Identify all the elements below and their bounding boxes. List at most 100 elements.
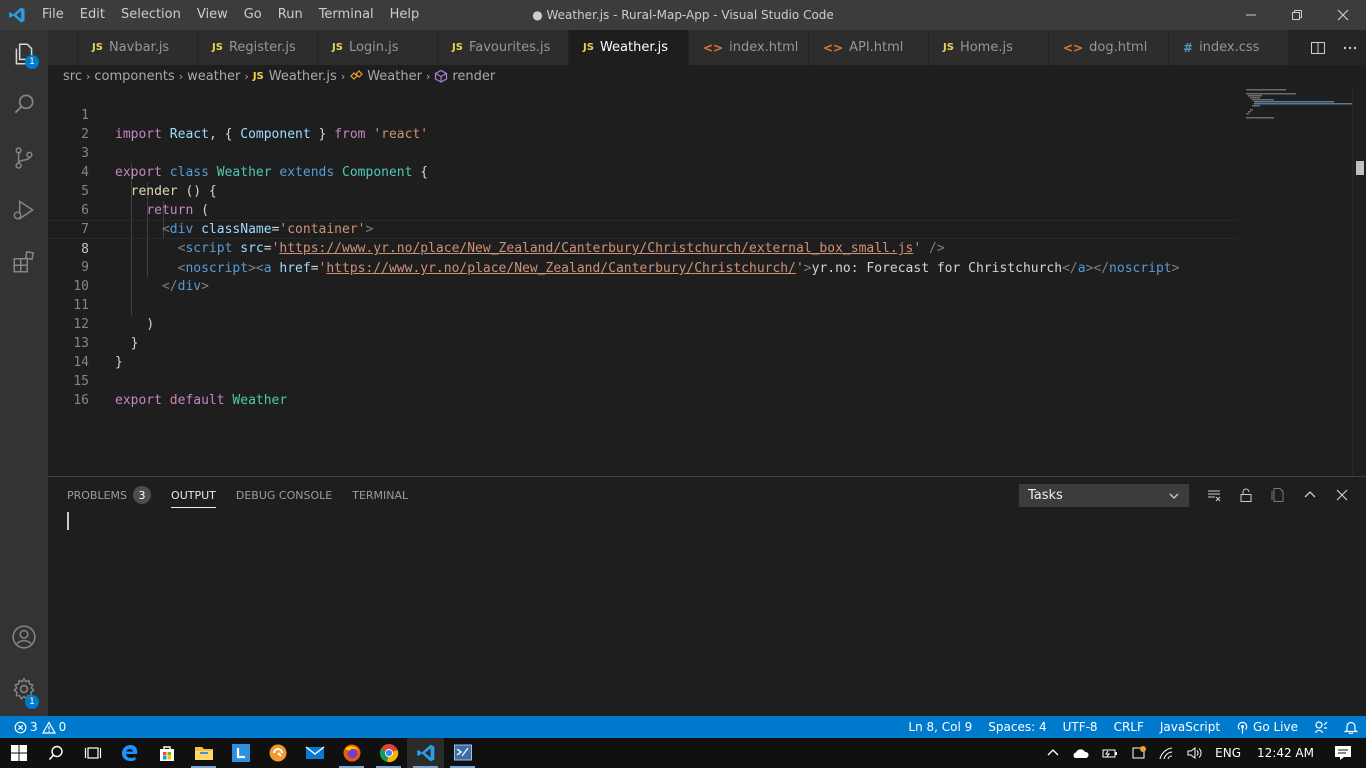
lock-scroll-button[interactable] [1230, 477, 1262, 513]
close-panel-button[interactable] [1326, 477, 1358, 513]
tab-problems[interactable]: PROBLEMS 3 [67, 477, 152, 513]
code-editor[interactable]: 1 import React, { Component } from 'reac… [48, 87, 1366, 476]
menu-view[interactable]: View [189, 0, 236, 30]
search-button[interactable] [0, 80, 48, 128]
feedback-button[interactable] [1306, 716, 1336, 738]
breadcrumb-components[interactable]: components [94, 69, 174, 84]
breadcrumb-weather-folder[interactable]: weather [187, 69, 240, 84]
open-log-button[interactable] [1262, 477, 1294, 513]
taskbar-store[interactable] [148, 738, 185, 768]
chevron-up-icon [1047, 749, 1059, 756]
encoding[interactable]: UTF-8 [1055, 716, 1106, 738]
close-window-button[interactable] [1320, 0, 1366, 30]
vscode-logo-icon [416, 744, 434, 762]
menu-file[interactable]: File [34, 0, 72, 30]
minimap[interactable] [1242, 87, 1352, 476]
method-symbol-icon [435, 69, 448, 83]
indentation[interactable]: Spaces: 4 [980, 716, 1054, 738]
taskbar-app-l[interactable] [222, 738, 259, 768]
taskbar-terminal-app[interactable] [444, 738, 481, 768]
taskbar-search-button[interactable] [37, 738, 74, 768]
network-tray[interactable] [1153, 738, 1181, 768]
tab-weather-js[interactable]: JS Weather.js [569, 30, 689, 65]
notifications-button[interactable] [1336, 716, 1366, 738]
terminal-app-icon [453, 744, 472, 761]
action-center-button[interactable] [1330, 738, 1366, 768]
onedrive-tray[interactable] [1065, 738, 1095, 768]
taskbar-vscode[interactable] [407, 738, 444, 768]
security-tray[interactable] [1125, 738, 1153, 768]
clear-output-button[interactable] [1198, 477, 1230, 513]
editor-scrollbar[interactable] [1352, 87, 1366, 476]
split-editor-button[interactable] [1302, 30, 1334, 65]
menu-selection[interactable]: Selection [113, 0, 189, 30]
menu-terminal[interactable]: Terminal [311, 0, 382, 30]
menu-bar: File Edit Selection View Go Run Terminal… [34, 0, 427, 30]
breadcrumb-file[interactable]: Weather.js [269, 69, 337, 84]
run-debug-button[interactable] [0, 186, 48, 234]
output-channel-select[interactable]: Tasks [1019, 484, 1189, 507]
menu-go[interactable]: Go [236, 0, 270, 30]
maximize-panel-button[interactable] [1294, 477, 1326, 513]
menu-help[interactable]: Help [382, 0, 428, 30]
edge-browser-icon [121, 745, 137, 762]
taskbar-app-orange[interactable] [259, 738, 296, 768]
taskbar-chrome[interactable] [370, 738, 407, 768]
ellipsis-icon [1343, 46, 1357, 49]
tab-api-html[interactable]: <> API.html [809, 30, 929, 65]
source-control-icon [15, 147, 33, 169]
explorer-button[interactable]: 1 [0, 30, 48, 78]
accounts-button[interactable] [0, 613, 48, 661]
taskbar-firefox[interactable] [333, 738, 370, 768]
class-symbol-icon [350, 70, 364, 80]
firefox-icon [343, 744, 360, 762]
extensions-button[interactable] [0, 238, 48, 286]
vscode-window: File Edit Selection View Go Run Terminal… [0, 0, 1366, 768]
power-tray[interactable] [1095, 738, 1125, 768]
go-live-button[interactable]: Go Live [1228, 716, 1306, 738]
breadcrumb-src[interactable]: src [63, 69, 82, 84]
minimize-button[interactable] [1228, 0, 1274, 30]
tab-debug-console[interactable]: DEBUG CONSOLE [236, 477, 332, 513]
editor-actions [1302, 30, 1366, 65]
tab-favourites-js[interactable]: JS Favourites.js [438, 30, 569, 65]
taskbar-edge[interactable] [111, 738, 148, 768]
tab-index-html[interactable]: <> index.html [689, 30, 809, 65]
store-bag-icon [159, 746, 174, 761]
task-view-button[interactable] [74, 738, 111, 768]
tab-terminal[interactable]: TERMINAL [352, 477, 408, 513]
restore-button[interactable] [1274, 0, 1320, 30]
tab-index-css[interactable]: # index.css [1169, 30, 1289, 65]
end-of-line[interactable]: CRLF [1106, 716, 1152, 738]
cursor-position[interactable]: Ln 8, Col 9 [900, 716, 980, 738]
breadcrumb-method[interactable]: render [452, 69, 495, 84]
menu-run[interactable]: Run [270, 0, 311, 30]
problems-status[interactable]: 3 0 [10, 716, 74, 738]
menu-edit[interactable]: Edit [72, 0, 113, 30]
clock[interactable]: 12:42 AM [1247, 738, 1330, 768]
taskbar-mail[interactable] [296, 738, 333, 768]
tab-label: Login.js [348, 40, 399, 55]
show-hidden-icons-button[interactable] [1041, 738, 1065, 768]
taskbar-file-explorer[interactable] [185, 738, 222, 768]
code-line: 9 </div> [48, 239, 1238, 294]
tab-output[interactable]: OUTPUT [171, 477, 216, 513]
tab-dog-html[interactable]: <> dog.html [1049, 30, 1169, 65]
start-button[interactable] [0, 738, 37, 768]
tab-register-js[interactable]: JS Register.js [198, 30, 318, 65]
tab-login-js[interactable]: JS Login.js [318, 30, 438, 65]
tab-navbar-js[interactable]: JS Navbar.js [78, 30, 198, 65]
tabs-spacer [48, 30, 78, 65]
chevron-right-icon: › [244, 69, 249, 83]
battery-plug-icon [1102, 749, 1118, 758]
more-actions-button[interactable] [1334, 30, 1366, 65]
chevron-right-icon: › [178, 69, 184, 83]
source-control-button[interactable] [0, 134, 48, 182]
input-language[interactable]: ENG [1209, 738, 1247, 768]
manage-button[interactable]: 1 [0, 665, 48, 713]
volume-tray[interactable] [1181, 738, 1209, 768]
chevron-up-icon [1304, 491, 1316, 498]
breadcrumb-class[interactable]: Weather [367, 69, 422, 84]
tab-home-js[interactable]: JS Home.js [929, 30, 1049, 65]
language-mode[interactable]: JavaScript [1152, 716, 1228, 738]
